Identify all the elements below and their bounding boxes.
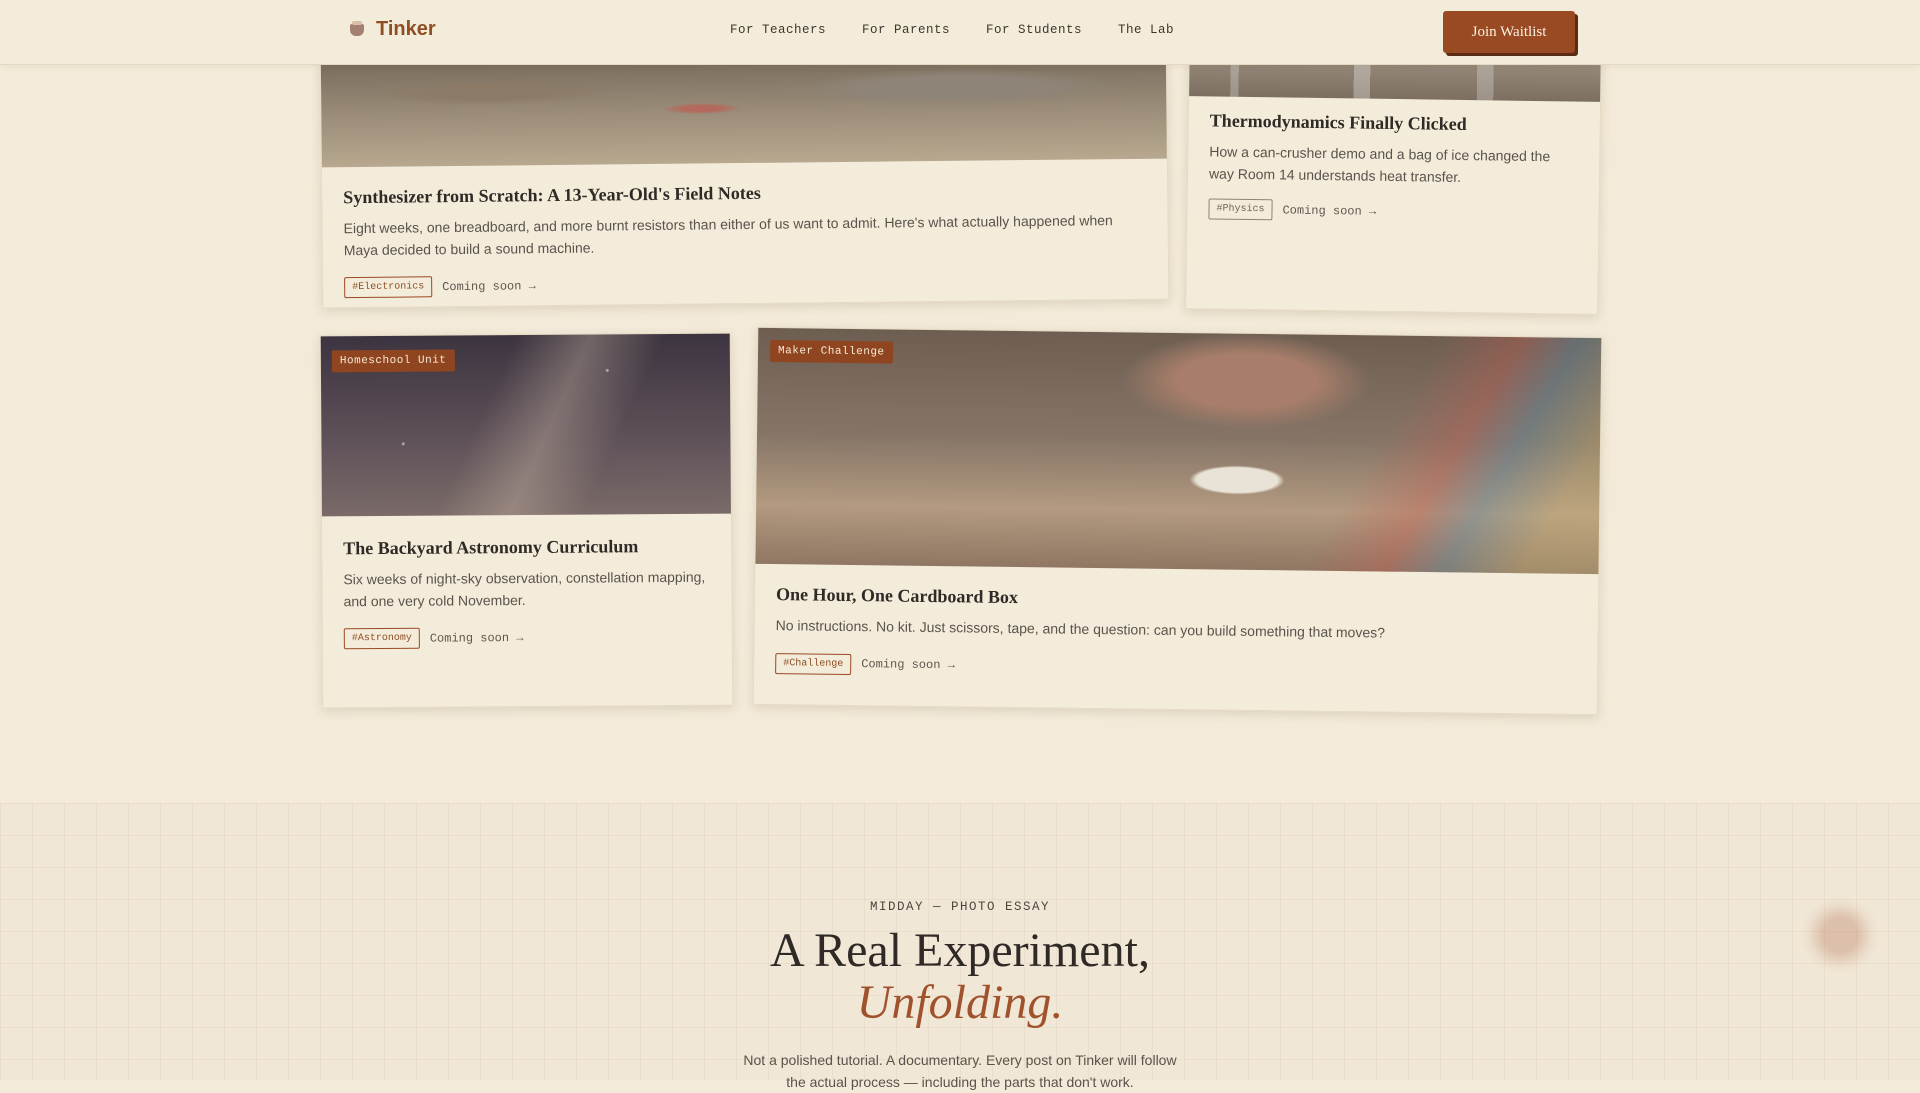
card-meta: #Physics Coming soon → xyxy=(1208,198,1577,225)
main-nav: For Teachers For Parents For Students Th… xyxy=(730,23,1174,37)
category-badge: Homeschool Unit xyxy=(331,349,455,373)
tag-physics[interactable]: #Physics xyxy=(1208,198,1273,221)
card-title: The Backyard Astronomy Curriculum xyxy=(343,536,639,559)
category-badge: Maker Challenge xyxy=(769,340,893,364)
article-card-thermodynamics[interactable]: Thermodynamics Finally Clicked How a can… xyxy=(1185,37,1602,315)
section-title-accent: Unfolding. xyxy=(856,976,1064,1029)
card-description: No instructions. No kit. Just scissors, … xyxy=(775,617,1386,641)
tag-challenge[interactable]: #Challenge xyxy=(775,652,852,675)
intro-line: the actual process — including the parts… xyxy=(786,1073,1134,1090)
card-title: Synthesizer from Scratch: A 13-Year-Old'… xyxy=(343,182,761,208)
intro-line: Not a polished tutorial. A documentary. … xyxy=(743,1052,1177,1068)
article-card-cardboard[interactable]: Maker Challenge One Hour, One Cardboard … xyxy=(752,326,1603,716)
article-card-synthesizer[interactable]: Synthesizer from Scratch: A 13-Year-Old'… xyxy=(319,35,1170,309)
card-meta: #Electronics Coming soon → xyxy=(344,269,1147,299)
nav-link-lab[interactable]: The Lab xyxy=(1118,23,1174,37)
brand-logo-link[interactable]: Tinker xyxy=(350,18,436,41)
section-title: A Real Experiment, xyxy=(770,924,1150,977)
join-waitlist-button[interactable]: Join Waitlist xyxy=(1443,11,1575,53)
site-header: Tinker For Teachers For Parents For Stud… xyxy=(0,0,1920,65)
card-meta: #Astronomy Coming soon → xyxy=(343,626,711,650)
section-intro: Not a polished tutorial. A documentary. … xyxy=(0,1050,1920,1093)
card-description: Six weeks of night-sky observation, cons… xyxy=(343,568,706,609)
coming-soon-link[interactable]: Coming soon → xyxy=(442,279,536,294)
tag-astronomy[interactable]: #Astronomy xyxy=(343,628,420,650)
nav-link-teachers[interactable]: For Teachers xyxy=(730,23,826,37)
card-description: Eight weeks, one breadboard, and more bu… xyxy=(343,212,1113,258)
coming-soon-link[interactable]: Coming soon → xyxy=(861,657,955,672)
card-photo: Maker Challenge xyxy=(755,327,1602,575)
coming-soon-link[interactable]: Coming soon → xyxy=(1282,203,1376,218)
card-photo: Homeschool Unit xyxy=(320,333,731,517)
coming-soon-link[interactable]: Coming soon → xyxy=(430,631,524,646)
article-card-astronomy[interactable]: Homeschool Unit The Backyard Astronomy C… xyxy=(319,332,734,709)
nav-link-parents[interactable]: For Parents xyxy=(862,23,950,37)
tag-electronics[interactable]: #Electronics xyxy=(344,276,433,299)
brand-name: Tinker xyxy=(376,18,436,40)
photo-essay-section: MIDDAY — PHOTO ESSAY A Real Experiment, … xyxy=(0,803,1920,1090)
card-title: One Hour, One Cardboard Box xyxy=(775,584,1019,608)
decorative-blob xyxy=(1800,895,1880,975)
card-meta: #Challenge Coming soon → xyxy=(775,652,1576,684)
flask-icon xyxy=(350,20,364,36)
section-eyebrow: MIDDAY — PHOTO ESSAY xyxy=(869,900,1051,914)
nav-link-students[interactable]: For Students xyxy=(986,23,1082,37)
card-title: Thermodynamics Finally Clicked xyxy=(1209,110,1467,135)
card-description: How a can-crusher demo and a bag of ice … xyxy=(1208,143,1551,185)
